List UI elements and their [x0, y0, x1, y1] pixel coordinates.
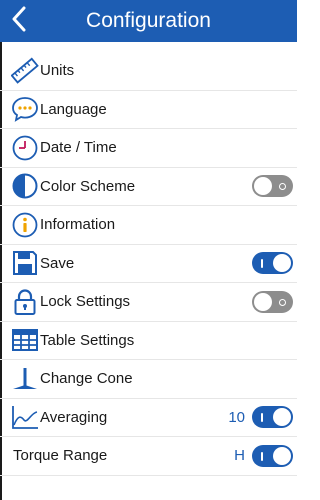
toggle-knob [273, 254, 291, 273]
settings-item-torque-range[interactable]: Torque Range H [0, 437, 297, 476]
cone-icon [10, 364, 40, 394]
settings-item-label: Date / Time [40, 139, 117, 157]
averaging-value: 10 [228, 408, 245, 426]
toggle-on-mark [261, 451, 263, 461]
toggle-knob [254, 177, 272, 196]
lock-settings-toggle[interactable] [252, 290, 293, 313]
chat-bubble-icon [10, 94, 40, 124]
toggle-knob [254, 292, 272, 311]
line-graph-icon [10, 402, 40, 432]
torque-range-value: H [234, 447, 245, 465]
header-bar: Configuration [0, 0, 297, 42]
settings-item-units[interactable]: Units [0, 52, 297, 91]
chevron-left-icon [11, 6, 27, 37]
settings-item-label: Information [40, 216, 116, 234]
settings-item-information[interactable]: Information [0, 206, 297, 245]
toggle-off-mark [279, 183, 286, 191]
table-grid-icon [10, 325, 40, 355]
settings-item-change-cone[interactable]: Change Cone [0, 360, 297, 399]
color-scheme-toggle[interactable] [252, 175, 293, 198]
settings-item-save[interactable]: Save [0, 245, 297, 283]
settings-list: Units Language Date / Time Color Scheme … [0, 52, 297, 476]
back-button[interactable] [4, 4, 34, 38]
settings-item-date-time[interactable]: Date / Time [0, 129, 297, 168]
toggle-knob [273, 408, 291, 427]
ruler-icon [10, 56, 40, 86]
toggle-on-mark [261, 413, 263, 423]
settings-item-label: Save [40, 254, 75, 272]
lock-icon [10, 287, 40, 317]
settings-item-lock-settings[interactable]: Lock Settings [0, 283, 297, 322]
floppy-disk-icon [10, 248, 40, 278]
info-icon [10, 210, 40, 240]
settings-item-label: Color Scheme [40, 177, 136, 195]
settings-item-language[interactable]: Language [0, 91, 297, 129]
settings-item-label: Language [40, 100, 107, 118]
settings-item-label: Table Settings [40, 331, 135, 349]
torque-range-toggle[interactable] [252, 444, 293, 467]
save-toggle[interactable] [252, 252, 293, 275]
averaging-toggle[interactable] [252, 406, 293, 429]
settings-item-label: Change Cone [40, 370, 133, 388]
contrast-icon [10, 171, 40, 201]
settings-item-label: Lock Settings [40, 293, 131, 311]
settings-item-color-scheme[interactable]: Color Scheme [0, 168, 297, 206]
settings-item-averaging[interactable]: Averaging 10 [0, 399, 297, 437]
toggle-off-mark [279, 298, 286, 306]
settings-item-label: Torque Range [13, 447, 108, 465]
toggle-on-mark [261, 259, 263, 269]
settings-item-label: Units [40, 62, 75, 80]
settings-item-label: Averaging [40, 408, 108, 426]
clock-icon [10, 133, 40, 163]
settings-item-table-settings[interactable]: Table Settings [0, 322, 297, 360]
page-title: Configuration [86, 9, 211, 32]
toggle-knob [273, 446, 291, 465]
